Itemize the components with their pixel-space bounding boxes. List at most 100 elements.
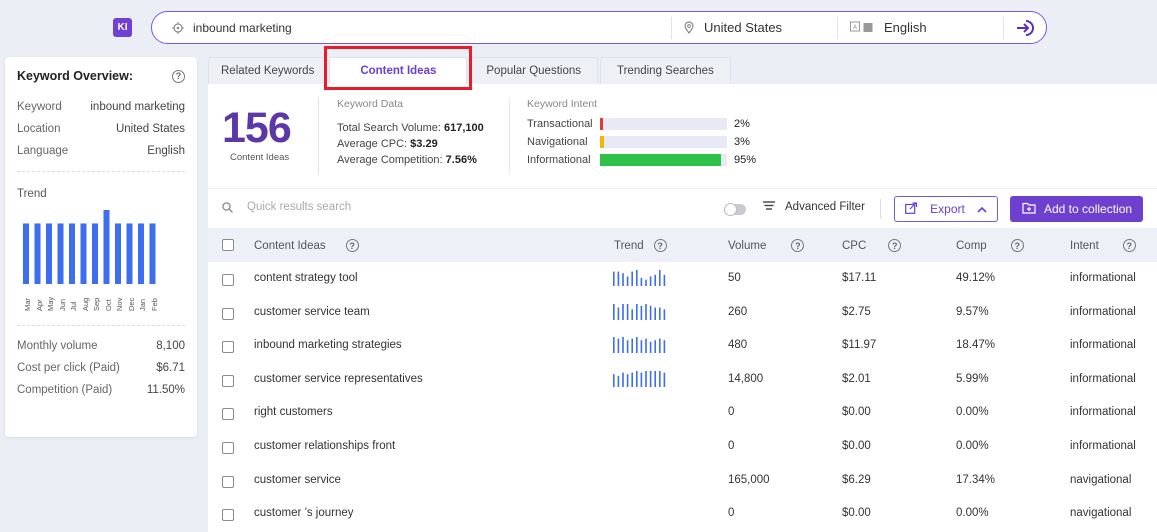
- overview-row-label: Location: [17, 123, 61, 135]
- folder-plus-icon: [1022, 202, 1036, 217]
- table-row[interactable]: inbound marketing strategies 480 $11.97 18.…: [208, 329, 1157, 363]
- stat-value: 8,100: [156, 340, 185, 352]
- sparkline-bar: [640, 340, 643, 354]
- header-comp[interactable]: Comp ?: [956, 239, 1024, 252]
- divider: [318, 98, 319, 174]
- sparkline-bar: [613, 337, 615, 354]
- help-icon[interactable]: ?: [653, 239, 667, 252]
- tab-content-ideas[interactable]: Content Ideas: [329, 57, 468, 84]
- row-checkbox[interactable]: [222, 509, 234, 522]
- help-icon[interactable]: ?: [172, 69, 185, 83]
- keyword-input[interactable]: inbound marketing: [152, 16, 672, 39]
- help-icon[interactable]: ?: [345, 239, 359, 252]
- content-idea-cell[interactable]: inbound marketing strategies: [254, 339, 402, 351]
- filter-toggle[interactable]: [724, 203, 746, 216]
- content-idea-cell[interactable]: right customers: [254, 406, 333, 418]
- content-idea-cell[interactable]: customer service team: [254, 306, 370, 318]
- help-icon[interactable]: ?: [1010, 239, 1024, 252]
- help-icon[interactable]: ?: [888, 239, 902, 252]
- content-idea-cell[interactable]: customer service representatives: [254, 373, 423, 385]
- export-button[interactable]: Export: [894, 196, 998, 222]
- translate-icon: A: [850, 21, 874, 34]
- keyword-data: Keyword Data Total Search Volume: 617,10…: [337, 98, 484, 166]
- value: $3.29: [410, 138, 438, 150]
- volume-cell: 0: [728, 439, 735, 452]
- row-checkbox[interactable]: [222, 341, 234, 354]
- row-checkbox[interactable]: [222, 408, 234, 421]
- sparkline-bar: [631, 338, 633, 354]
- advanced-filter-button[interactable]: Advanced Filter: [763, 201, 865, 213]
- value: 7.56%: [445, 154, 477, 166]
- label: Total Search Volume:: [337, 122, 441, 134]
- table-row[interactable]: customer ’s journey 0 $0.00 0.00% navigation…: [208, 497, 1157, 531]
- sparkline-bar: [631, 372, 633, 387]
- volume-cell: 14,800: [728, 372, 764, 385]
- export-label: Export: [930, 202, 965, 216]
- sparkline-bar: [649, 305, 652, 320]
- cpc-cell: $17.11: [842, 272, 877, 284]
- table-row[interactable]: customer service representatives 14,800 $2…: [208, 363, 1157, 397]
- row-checkbox[interactable]: [222, 475, 234, 488]
- table-row[interactable]: content strategy tool 50 $17.11 49.12% infor…: [208, 262, 1157, 296]
- header-intent[interactable]: Intent ?: [1070, 239, 1136, 252]
- sparkline-bar: [631, 271, 633, 286]
- sparkline-bar: [617, 307, 620, 320]
- trend-month-label: May: [46, 296, 55, 311]
- chevron-up-icon: [977, 202, 987, 216]
- divider: [17, 325, 185, 326]
- help-icon[interactable]: ?: [1122, 239, 1136, 252]
- header-trend[interactable]: Trend ?: [614, 239, 667, 252]
- intent-row: Informational 95%: [527, 153, 756, 166]
- intent-rows: Transactional 2% Navigational 3% Information…: [527, 117, 756, 166]
- stat-value: 11.50%: [146, 384, 185, 396]
- tab-bar: Related Keywords Content Ideas Popular Q…: [208, 57, 733, 84]
- overview-row-label: Language: [17, 145, 69, 157]
- overview-row-label: Keyword: [17, 101, 62, 113]
- overview-row: Keyword inbound marketing: [17, 101, 185, 113]
- app-logo[interactable]: KI: [113, 18, 132, 37]
- table-row[interactable]: customer service 165,000 $6.29 17.34% naviga…: [208, 464, 1157, 498]
- content-idea-cell[interactable]: customer ’s journey: [254, 507, 354, 519]
- tab-popular-questions[interactable]: Popular Questions: [469, 57, 598, 84]
- sparkline-bar: [613, 373, 615, 387]
- header-cpc[interactable]: CPC ?: [842, 239, 902, 252]
- table-row[interactable]: customer relationships front 0 $0.00 0.00% i…: [208, 430, 1157, 464]
- intent-cell: navigational: [1070, 473, 1132, 486]
- tab-trending-searches[interactable]: Trending Searches: [600, 57, 731, 84]
- sparkline-bar: [622, 337, 624, 354]
- row-checkbox[interactable]: [222, 374, 234, 387]
- sparkline-bar: [626, 373, 629, 387]
- login-arrow-icon: [1015, 19, 1035, 37]
- help-icon[interactable]: ?: [791, 239, 805, 252]
- stat-value: $6.71: [156, 362, 185, 374]
- sparkline-bar: [663, 340, 666, 354]
- intent-bar-fill: [600, 117, 603, 130]
- language-select[interactable]: A English: [838, 16, 1004, 39]
- cpc-cell: $0.00: [842, 406, 871, 419]
- trend-month-labels: Mar Apr May Jun Jul Aug Sep Oct Nov Dec Jan Feb: [23, 289, 185, 311]
- sparkline-bar: [626, 340, 629, 354]
- search-submit-button[interactable]: [1004, 12, 1046, 43]
- sparkline-bar: [645, 370, 647, 387]
- content-ideas-count: 156: [222, 104, 292, 152]
- quick-search-input[interactable]: Quick results search: [222, 201, 351, 213]
- row-checkbox[interactable]: [222, 274, 234, 286]
- content-idea-cell[interactable]: customer service: [254, 474, 341, 486]
- select-all-checkbox[interactable]: [222, 239, 234, 251]
- intent-cell: navigational: [1070, 507, 1132, 520]
- location-select[interactable]: United States: [672, 16, 838, 39]
- cpc-cell: $2.01: [842, 372, 871, 385]
- cpc-cell: $0.00: [842, 507, 871, 520]
- row-checkbox[interactable]: [222, 441, 234, 454]
- add-to-collection-button[interactable]: Add to collection: [1010, 196, 1143, 222]
- content-idea-cell[interactable]: customer relationships front: [254, 440, 395, 452]
- table-row[interactable]: customer service team 260 $2.75 9.57% inform…: [208, 296, 1157, 330]
- header-content-ideas[interactable]: Content Ideas ?: [254, 239, 359, 252]
- header-volume[interactable]: Volume ?: [728, 239, 805, 252]
- row-checkbox[interactable]: [222, 307, 234, 320]
- total-search-volume: Total Search Volume: 617,100: [337, 122, 484, 134]
- table-row[interactable]: right customers 0 $0.00 0.00% informational: [208, 396, 1157, 430]
- content-idea-cell[interactable]: content strategy tool: [254, 272, 358, 284]
- svg-text:A: A: [853, 24, 858, 31]
- tab-related-keywords[interactable]: Related Keywords: [208, 57, 328, 84]
